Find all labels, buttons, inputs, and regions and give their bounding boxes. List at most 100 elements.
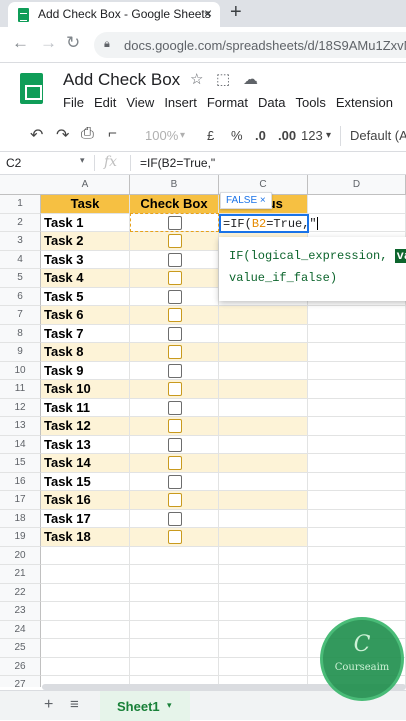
url-field[interactable]: 🔒︎ docs.google.com/spreadsheets/d/18S9AM… bbox=[94, 32, 406, 58]
cell[interactable] bbox=[130, 639, 219, 658]
checkbox[interactable] bbox=[168, 234, 182, 248]
row-header[interactable]: 9 bbox=[0, 343, 41, 362]
task-cell[interactable]: Task 7 bbox=[41, 324, 130, 343]
checkbox-cell[interactable] bbox=[130, 398, 219, 417]
task-cell[interactable]: Task 16 bbox=[41, 491, 130, 510]
cell[interactable] bbox=[308, 195, 406, 214]
row-header[interactable]: 23 bbox=[0, 602, 41, 621]
font-select[interactable]: Default (Ari bbox=[350, 128, 406, 143]
menu-extensions[interactable]: Extension bbox=[336, 95, 393, 110]
percent-format-button[interactable]: % bbox=[231, 128, 243, 143]
checkbox-cell[interactable] bbox=[130, 380, 219, 399]
row-header[interactable]: 20 bbox=[0, 546, 41, 565]
all-sheets-icon[interactable]: ≡ bbox=[70, 696, 79, 713]
redo-icon[interactable]: ↷ bbox=[56, 125, 69, 145]
cell[interactable] bbox=[308, 361, 406, 380]
task-cell[interactable]: Task 2 bbox=[41, 232, 130, 251]
row-header[interactable]: 25 bbox=[0, 639, 41, 658]
cell[interactable] bbox=[219, 620, 308, 639]
active-cell-editor[interactable]: =IF(B2=True," bbox=[219, 214, 318, 233]
add-sheet-button[interactable]: + bbox=[44, 696, 53, 714]
checkbox[interactable] bbox=[168, 437, 182, 452]
row-header[interactable]: 19 bbox=[0, 528, 41, 547]
cell[interactable] bbox=[308, 380, 406, 399]
status-cell[interactable] bbox=[219, 491, 308, 510]
task-cell[interactable]: Task 1 bbox=[41, 213, 130, 232]
cell[interactable] bbox=[130, 657, 219, 676]
column-header-a[interactable]: A bbox=[41, 175, 130, 195]
spreadsheet-grid[interactable]: A B C D 1TaskCheck BoxStatus2Task 13Task… bbox=[0, 175, 406, 687]
checkbox[interactable] bbox=[168, 252, 182, 267]
row-header[interactable]: 15 bbox=[0, 454, 41, 473]
task-cell[interactable]: Task 18 bbox=[41, 528, 130, 547]
paint-format-icon[interactable]: ⌐ bbox=[108, 125, 117, 142]
cell[interactable] bbox=[130, 546, 219, 565]
tab-close-icon[interactable]: × bbox=[204, 5, 212, 21]
checkbox-cell[interactable] bbox=[130, 269, 219, 288]
menu-data[interactable]: Data bbox=[258, 95, 285, 110]
currency-format-button[interactable]: £ bbox=[207, 128, 214, 143]
checkbox[interactable] bbox=[168, 271, 182, 285]
browser-tab[interactable]: Add Check Box - Google Sheets × bbox=[8, 2, 220, 27]
cell[interactable] bbox=[130, 583, 219, 602]
sheets-logo-icon[interactable] bbox=[20, 73, 43, 104]
row-header[interactable]: 2 bbox=[0, 213, 41, 232]
status-cell[interactable] bbox=[219, 472, 308, 491]
new-tab-icon[interactable]: + bbox=[230, 1, 242, 24]
task-cell[interactable]: Task 5 bbox=[41, 287, 130, 306]
status-cell[interactable] bbox=[219, 528, 308, 547]
cell[interactable] bbox=[308, 454, 406, 473]
checkbox[interactable] bbox=[168, 308, 182, 322]
cell[interactable] bbox=[130, 565, 219, 584]
lock-icon[interactable]: 🔒︎ bbox=[104, 38, 110, 51]
task-cell[interactable]: Task 3 bbox=[41, 250, 130, 269]
task-cell[interactable]: Task 17 bbox=[41, 509, 130, 528]
row-header[interactable]: 3 bbox=[0, 232, 41, 251]
checkbox[interactable] bbox=[168, 474, 182, 489]
status-cell[interactable] bbox=[219, 306, 308, 325]
status-cell[interactable] bbox=[219, 324, 308, 343]
row-header[interactable]: 14 bbox=[0, 435, 41, 454]
cell[interactable] bbox=[308, 491, 406, 510]
checkbox[interactable] bbox=[168, 289, 182, 304]
row-header[interactable]: 12 bbox=[0, 398, 41, 417]
row-header[interactable]: 24 bbox=[0, 620, 41, 639]
move-folder-icon[interactable]: ⬚ bbox=[216, 70, 230, 88]
status-cell[interactable] bbox=[219, 435, 308, 454]
cell[interactable] bbox=[308, 546, 406, 565]
task-cell[interactable]: Task 12 bbox=[41, 417, 130, 436]
cell[interactable] bbox=[219, 565, 308, 584]
zoom-chevron-down-icon[interactable]: ▾ bbox=[180, 130, 185, 141]
increase-decimal-button[interactable]: .00 bbox=[278, 128, 296, 143]
cell[interactable] bbox=[41, 602, 130, 621]
cell[interactable] bbox=[219, 602, 308, 621]
row-header[interactable]: 18 bbox=[0, 509, 41, 528]
cell[interactable] bbox=[130, 602, 219, 621]
task-cell[interactable]: Task 11 bbox=[41, 398, 130, 417]
task-cell[interactable]: Task 8 bbox=[41, 343, 130, 362]
checkbox[interactable] bbox=[168, 326, 182, 341]
checkbox-cell[interactable] bbox=[130, 454, 219, 473]
column-header-d[interactable]: D bbox=[308, 175, 406, 195]
star-icon[interactable]: ☆ bbox=[190, 70, 203, 88]
back-arrow-icon[interactable]: ← bbox=[12, 33, 29, 53]
undo-icon[interactable]: ↶ bbox=[30, 125, 43, 145]
more-formats-button[interactable]: 123 bbox=[301, 128, 323, 143]
cell[interactable] bbox=[308, 509, 406, 528]
formula-input[interactable]: =IF(B2=True," bbox=[140, 156, 215, 170]
select-all-corner[interactable] bbox=[0, 175, 42, 195]
row-header[interactable]: 11 bbox=[0, 380, 41, 399]
menu-tools[interactable]: Tools bbox=[295, 95, 325, 110]
header-cell-task[interactable]: Task bbox=[41, 195, 130, 214]
menu-insert[interactable]: Insert bbox=[164, 95, 197, 110]
cell[interactable] bbox=[41, 583, 130, 602]
row-header[interactable]: 17 bbox=[0, 491, 41, 510]
status-cell[interactable] bbox=[219, 398, 308, 417]
cell[interactable] bbox=[308, 324, 406, 343]
cell[interactable] bbox=[308, 213, 406, 232]
row-header[interactable]: 6 bbox=[0, 287, 41, 306]
cloud-status-icon[interactable]: ☁ bbox=[243, 70, 258, 88]
checkbox-cell[interactable] bbox=[130, 306, 219, 325]
forward-arrow-icon[interactable]: → bbox=[40, 33, 57, 53]
header-cell-check-box[interactable]: Check Box bbox=[130, 195, 219, 214]
